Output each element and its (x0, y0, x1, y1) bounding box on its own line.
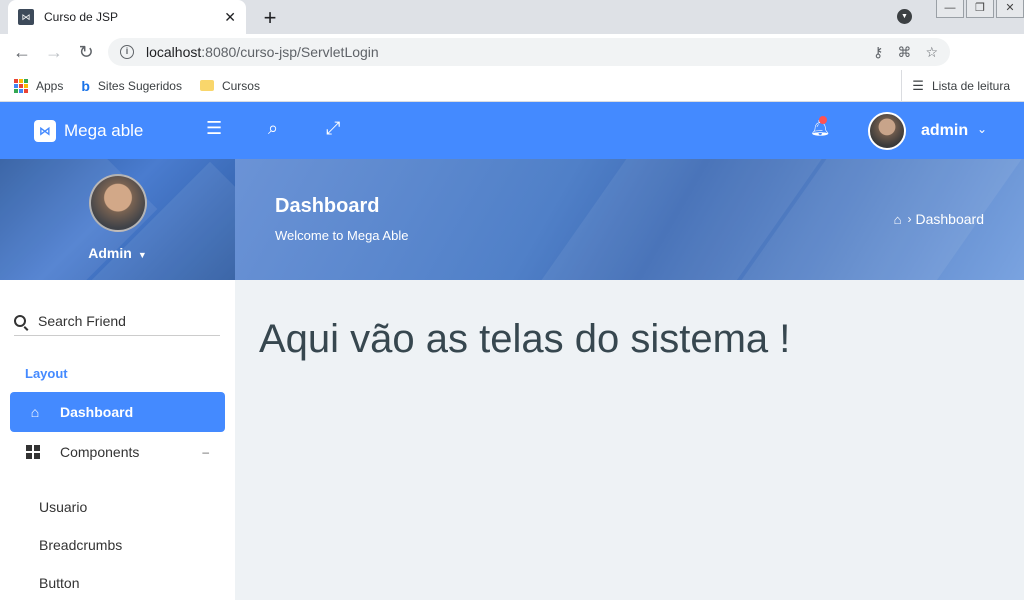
profile-name[interactable]: Admin ▼ (0, 245, 235, 261)
bookmark-label: Cursos (221, 78, 260, 93)
bookmark-label: Apps (36, 78, 64, 93)
fullscreen-icon[interactable]: ⤢ (326, 118, 340, 139)
page-title: Dashboard (275, 195, 380, 217)
menu-toggle-icon[interactable]: ☰ (206, 118, 222, 139)
minimize-button[interactable]: — (936, 0, 964, 18)
window-controls: — ❐ ✕ (934, 0, 1024, 18)
reading-list-button[interactable]: ☰ Lista de leitura (901, 70, 1010, 102)
url-host: localhost (146, 44, 202, 60)
main-content-heading: Aqui vão as telas do sistema ! (259, 317, 791, 361)
page-subtitle: Welcome to Mega Able (275, 228, 409, 243)
reading-list-label: Lista de leitura (931, 79, 1010, 93)
caret-down-icon: ▼ (137, 250, 147, 260)
avatar[interactable] (868, 112, 906, 150)
site-info-icon[interactable]: i (120, 45, 134, 59)
folder-icon (199, 80, 214, 91)
search-icon (14, 314, 26, 327)
apps-grid-icon (14, 78, 28, 93)
bookmark-apps[interactable]: Apps (14, 78, 64, 93)
key-icon[interactable]: ⚷ (873, 44, 883, 61)
search-friend-input[interactable]: Search Friend (14, 306, 220, 336)
close-window-button[interactable]: ✕ (996, 0, 1024, 18)
new-tab-button[interactable]: + (258, 5, 282, 31)
submenu-item-button[interactable]: Button (39, 575, 79, 591)
submenu-item-breadcrumbs[interactable]: Breadcrumbs (39, 537, 122, 553)
search-placeholder: Search Friend (38, 312, 126, 329)
notification-badge (819, 116, 827, 124)
sidebar: Admin ▼ Search Friend Layout ⌂ Dashboard … (0, 159, 235, 600)
submenu-item-usuario[interactable]: Usuario (39, 499, 87, 515)
tab-search-icon[interactable]: ▼ (897, 9, 912, 24)
bookmark-label: Sites Sugeridos (97, 78, 182, 93)
home-icon: ⌂ (30, 404, 40, 420)
restore-button[interactable]: ❐ (966, 0, 994, 18)
bing-icon: b (81, 77, 90, 94)
tab-title: Curso de JSP (44, 10, 119, 24)
sidebar-profile: Admin ▼ (0, 159, 235, 280)
bookmark-sites-sugeridos[interactable]: b Sites Sugeridos (81, 78, 182, 94)
profile-name-text: Admin (88, 245, 132, 261)
breadcrumb: ⌂ › Dashboard (894, 211, 984, 227)
grid-icon (26, 445, 44, 459)
breadcrumb-item[interactable]: Dashboard (916, 211, 985, 227)
sidebar-item-label: Dashboard (60, 404, 134, 420)
app-header: ⋈ Mega able ☰ ⌕ ⤢ 🔔︎ admin ⌄ (0, 102, 1024, 159)
site-favicon-icon: ⋈ (18, 9, 34, 25)
search-icon[interactable]: ⌕ (268, 118, 278, 139)
browser-tab-bar: ⋈ Curso de JSP ✕ + ▼ — ❐ ✕ (0, 0, 1024, 34)
forward-arrow-icon[interactable]: → (38, 42, 70, 63)
sidebar-avatar (89, 174, 147, 232)
address-bar[interactable]: i localhost:8080/curso-jsp/ServletLogin … (108, 38, 950, 66)
sidebar-item-label: Components (60, 444, 140, 460)
reading-list-icon: ☰ (912, 78, 924, 93)
browser-toolbar: ← → ↻ i localhost:8080/curso-jsp/Servlet… (0, 34, 1024, 98)
back-arrow-icon[interactable]: ← (6, 42, 38, 63)
nav-section-label: Layout (25, 366, 68, 381)
translate-icon[interactable]: ⌘ (897, 44, 911, 61)
page-header: Dashboard Welcome to Mega Able ⌂ › Dashb… (235, 159, 1024, 280)
brand-logo[interactable]: ⋈ Mega able (34, 120, 143, 142)
omnibox-icons: ⚷ ⌘ ☆ (873, 44, 938, 61)
browser-tab[interactable]: ⋈ Curso de JSP ✕ (8, 0, 246, 34)
logo-icon: ⋈ (34, 120, 56, 142)
bookmarks-bar: Apps b Sites Sugeridos Cursos ☰ Lista de… (0, 70, 1024, 102)
breadcrumb-separator-icon: › (907, 212, 912, 226)
star-icon[interactable]: ☆ (925, 44, 938, 61)
chevron-down-icon[interactable]: ⌄ (977, 122, 987, 136)
url-path: :8080/curso-jsp/ServletLogin (201, 44, 379, 60)
sidebar-item-dashboard[interactable]: ⌂ Dashboard (10, 392, 225, 432)
brand-name: Mega able (64, 121, 144, 140)
bookmark-cursos[interactable]: Cursos (199, 78, 260, 93)
url-text: localhost:8080/curso-jsp/ServletLogin (146, 44, 873, 60)
close-tab-icon[interactable]: ✕ (224, 9, 236, 26)
sidebar-item-components[interactable]: Components – (10, 432, 225, 472)
collapse-icon: – (202, 445, 209, 459)
user-name[interactable]: admin (921, 122, 968, 140)
reload-icon[interactable]: ↻ (70, 42, 102, 63)
home-icon[interactable]: ⌂ (894, 212, 902, 227)
